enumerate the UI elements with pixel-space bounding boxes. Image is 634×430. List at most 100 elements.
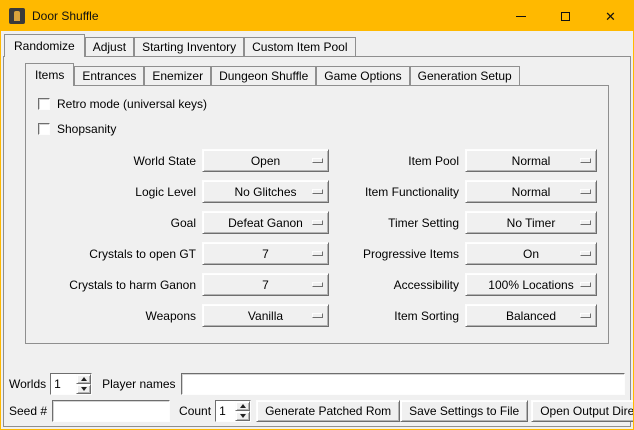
tab-entrances[interactable]: Entrances [74, 66, 144, 85]
crystals-open-gt-value: 7 [262, 247, 269, 261]
tab-game-options[interactable]: Game Options [316, 66, 409, 85]
maximize-button[interactable] [543, 1, 588, 31]
seed-label: Seed # [9, 404, 47, 418]
count-input[interactable] [216, 401, 235, 421]
item-sorting-dropdown[interactable]: Balanced [465, 304, 597, 327]
progressive-items-label: Progressive Items [335, 242, 459, 265]
crystals-harm-ganon-dropdown[interactable]: 7 [202, 273, 329, 296]
settings-grid: World State Open Item Pool Normal Logic … [36, 149, 604, 327]
progressive-items-dropdown[interactable]: On [465, 242, 597, 265]
dropdown-indicator-icon [580, 251, 591, 256]
worlds-label: Worlds [9, 377, 46, 391]
tab-custom-item-pool[interactable]: Custom Item Pool [244, 37, 355, 56]
timer-setting-value: No Timer [507, 216, 556, 230]
item-sorting-label: Item Sorting [335, 304, 459, 327]
dropdown-indicator-icon [312, 251, 323, 256]
window-title: Door Shuffle [32, 9, 99, 23]
logic-level-label: Logic Level [36, 180, 196, 203]
item-functionality-label: Item Functionality [335, 180, 459, 203]
tab-adjust[interactable]: Adjust [85, 37, 134, 56]
count-spinbox [215, 400, 251, 422]
randomize-tab-pane: Items Entrances Enemizer Dungeon Shuffle… [3, 56, 631, 427]
checkbox-group: Retro mode (universal keys) Shopsanity [36, 92, 604, 139]
tab-dungeon-shuffle[interactable]: Dungeon Shuffle [211, 66, 316, 85]
crystals-harm-ganon-value: 7 [262, 278, 269, 292]
count-label: Count [179, 404, 211, 418]
minimize-icon [516, 16, 526, 17]
goal-label: Goal [36, 211, 196, 234]
worlds-spin-down-button[interactable] [76, 384, 91, 394]
logic-level-dropdown[interactable]: No Glitches [202, 180, 329, 203]
item-pool-dropdown[interactable]: Normal [465, 149, 597, 172]
progressive-items-value: On [523, 247, 539, 261]
goal-dropdown[interactable]: Defeat Ganon [202, 211, 329, 234]
retro-mode-label: Retro mode (universal keys) [57, 97, 207, 111]
item-sorting-value: Balanced [506, 309, 556, 323]
retro-mode-checkbox[interactable]: Retro mode (universal keys) [38, 94, 604, 114]
worlds-spinbox [50, 373, 92, 395]
count-spin-down-button[interactable] [235, 411, 250, 421]
bottom-bar: Worlds Player names Seed # Count [9, 373, 625, 422]
accessibility-value: 100% Locations [488, 278, 573, 292]
timer-setting-dropdown[interactable]: No Timer [465, 211, 597, 234]
multiworld-row: Worlds Player names [9, 373, 625, 395]
item-pool-label: Item Pool [335, 149, 459, 172]
items-tab-pane: Retro mode (universal keys) Shopsanity W… [25, 85, 609, 344]
spin-up-icon [240, 404, 246, 408]
generate-row: Seed # Count Generate Patched Rom Save S… [9, 400, 625, 422]
dropdown-indicator-icon [580, 282, 591, 287]
weapons-label: Weapons [36, 304, 196, 327]
checkbox-box-icon [38, 123, 50, 135]
save-settings-button[interactable]: Save Settings to File [400, 400, 528, 422]
accessibility-dropdown[interactable]: 100% Locations [465, 273, 597, 296]
close-button[interactable]: ✕ [588, 1, 633, 31]
dropdown-indicator-icon [312, 189, 323, 194]
player-names-label: Player names [102, 377, 175, 391]
open-output-directory-button[interactable]: Open Output Directory [531, 400, 634, 422]
crystals-open-gt-label: Crystals to open GT [36, 242, 196, 265]
worlds-input[interactable] [51, 374, 76, 394]
accessibility-label: Accessibility [335, 273, 459, 296]
goal-value: Defeat Ganon [228, 216, 303, 230]
dropdown-indicator-icon [580, 313, 591, 318]
world-state-label: World State [36, 149, 196, 172]
count-spin-up-button[interactable] [235, 401, 250, 411]
crystals-open-gt-dropdown[interactable]: 7 [202, 242, 329, 265]
shopsanity-checkbox[interactable]: Shopsanity [38, 119, 604, 139]
minimize-button[interactable] [498, 1, 543, 31]
player-names-input[interactable] [181, 373, 626, 395]
dropdown-indicator-icon [312, 220, 323, 225]
item-functionality-dropdown[interactable]: Normal [465, 180, 597, 203]
close-icon: ✕ [605, 10, 616, 23]
count-spin-buttons [235, 401, 250, 421]
spin-down-icon [81, 387, 87, 391]
tab-generation-setup[interactable]: Generation Setup [410, 66, 520, 85]
tab-starting-inventory[interactable]: Starting Inventory [134, 37, 244, 56]
seed-input[interactable] [52, 400, 170, 422]
item-functionality-value: Normal [512, 185, 551, 199]
shopsanity-label: Shopsanity [57, 122, 116, 136]
app-icon [9, 8, 25, 24]
spin-down-icon [240, 414, 246, 418]
checkbox-box-icon [38, 98, 50, 110]
dropdown-indicator-icon [580, 158, 591, 163]
tab-enemizer[interactable]: Enemizer [144, 66, 211, 85]
maximize-icon [561, 12, 570, 21]
title-bar: Door Shuffle ✕ [1, 1, 633, 31]
inner-tab-bar: Items Entrances Enemizer Dungeon Shuffle… [25, 62, 630, 85]
worlds-spin-up-button[interactable] [76, 374, 91, 384]
world-state-dropdown[interactable]: Open [202, 149, 329, 172]
dropdown-indicator-icon [312, 282, 323, 287]
logic-level-value: No Glitches [234, 185, 296, 199]
worlds-spin-buttons [76, 374, 91, 394]
weapons-dropdown[interactable]: Vanilla [202, 304, 329, 327]
item-pool-value: Normal [512, 154, 551, 168]
crystals-harm-ganon-label: Crystals to harm Ganon [36, 273, 196, 296]
tab-randomize[interactable]: Randomize [4, 34, 85, 57]
weapons-value: Vanilla [248, 309, 283, 323]
timer-setting-label: Timer Setting [335, 211, 459, 234]
door-shuffle-window: Door Shuffle ✕ Randomize Adjust Starting… [0, 0, 634, 430]
outer-tab-bar: Randomize Adjust Starting Inventory Cust… [1, 32, 633, 56]
tab-items[interactable]: Items [25, 63, 74, 86]
generate-patched-rom-button[interactable]: Generate Patched Rom [256, 400, 400, 422]
